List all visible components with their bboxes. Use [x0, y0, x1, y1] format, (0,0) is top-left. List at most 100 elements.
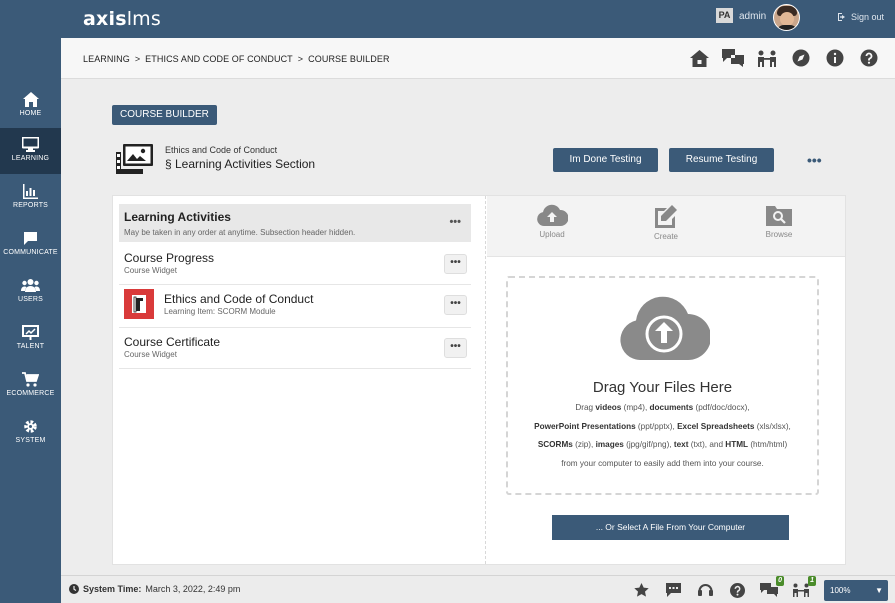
system-time-value: March 3, 2022, 2:49 pm [145, 584, 241, 594]
presentation-icon [22, 325, 39, 340]
user-name[interactable]: admin [739, 11, 766, 22]
chevron-down-icon: ▼ [875, 586, 883, 595]
sidebar-item-learning[interactable]: LEARNING [0, 128, 61, 174]
monitor-icon [22, 137, 39, 152]
sidebar-item-label: ECOMMERCE [6, 390, 55, 397]
upload-button[interactable]: Upload [522, 204, 582, 239]
resume-testing-button[interactable]: Resume Testing [669, 148, 774, 172]
people-notifications-icon[interactable]: 1 [791, 576, 816, 599]
sign-out-icon [838, 13, 845, 21]
top-icon-toolbar [688, 47, 880, 69]
sign-out-label: Sign out [851, 12, 885, 22]
dropzone-description-line: PowerPoint Presentations (ppt/pptx), Exc… [534, 422, 791, 431]
sidebar-item-label: USERS [17, 296, 44, 303]
home-icon [22, 92, 39, 107]
list-item[interactable]: Ethics and Code of Conduct Learning Item… [119, 286, 471, 328]
zoom-value: 100% [830, 586, 851, 595]
zoom-select[interactable]: 100% ▼ [824, 580, 888, 601]
footer-icon-toolbar: 0 1 [631, 576, 816, 599]
list-item[interactable]: Course Progress Course Widget ••• [119, 245, 471, 285]
compass-icon[interactable] [790, 47, 812, 69]
people-notifications-badge: 1 [808, 576, 816, 586]
chat-icon[interactable] [722, 47, 744, 69]
item-options-button[interactable]: ••• [444, 254, 467, 274]
list-item-subtitle: Course Widget [124, 266, 177, 275]
cloud-upload-icon [620, 296, 710, 360]
sidebar-item-talent[interactable]: TALENT [0, 316, 61, 362]
sidebar-item-reports[interactable]: REPORTS [0, 175, 61, 221]
browse-button[interactable]: Browse [749, 204, 809, 239]
house-icon[interactable] [688, 47, 710, 69]
dropzone-description-line: SCORMs (zip), images (jpg/gif/png), text… [537, 440, 788, 449]
cloud-upload-icon [537, 204, 568, 226]
star-icon[interactable] [631, 581, 651, 599]
dropzone-description-line: Drag videos (mp4), documents (pdf/doc/do… [575, 403, 750, 412]
help-icon[interactable] [858, 47, 880, 69]
select-file-button[interactable]: ... Or Select A File From Your Computer [552, 515, 789, 540]
edit-icon [655, 205, 677, 228]
help-icon[interactable] [727, 581, 747, 599]
list-item-title: Ethics and Code of Conduct [164, 292, 314, 306]
item-options-button[interactable]: ••• [444, 338, 467, 358]
sidebar-item-home[interactable]: HOME [0, 83, 61, 129]
breadcrumb-bar: LEARNING > ETHICS AND CODE OF CONDUCT > COUR… [61, 38, 895, 79]
clock-icon [69, 584, 79, 594]
browse-label: Browse [765, 230, 793, 239]
chat-notifications-badge: 0 [776, 576, 784, 586]
course-parent-title: Ethics and Code of Conduct [165, 145, 278, 155]
sidebar-item-users[interactable]: USERS [0, 269, 61, 315]
dropzone-description-line: from your computer to easily add them in… [561, 459, 764, 468]
item-options-button[interactable]: ••• [444, 295, 467, 315]
sidebar-item-label: COMMUNICATE [3, 249, 58, 256]
breadcrumb: LEARNING > ETHICS AND CODE OF CONDUCT > COUR… [83, 54, 390, 64]
users-icon [21, 279, 40, 292]
im-done-testing-button[interactable]: Im Done Testing [553, 148, 658, 172]
sidebar-item-communicate[interactable]: COMMUNICATE [0, 222, 61, 268]
top-bar: axislms PA admin Sign out [0, 0, 895, 38]
file-dropzone[interactable]: Drag Your Files Here Drag videos (mp4), … [506, 276, 819, 495]
sidebar-item-label: TALENT [16, 343, 45, 350]
content-upload-area: Upload Create Browse Drag Your Files Her… [487, 196, 845, 564]
content-tool-strip: Upload Create Browse [487, 196, 845, 257]
list-item-subtitle: Course Widget [124, 350, 177, 359]
dropzone-title: Drag Your Files Here [592, 379, 733, 396]
builder-panel: Learning Activities May be taken in any … [112, 195, 846, 565]
headset-icon[interactable] [695, 581, 715, 599]
activities-header-description: May be taken in any order at anytime. Su… [124, 228, 356, 237]
folder-search-icon [766, 206, 792, 226]
list-item[interactable]: Course Certificate Course Widget ••• [119, 329, 471, 369]
breadcrumb-item-course[interactable]: ETHICS AND CODE OF CONDUCT [145, 54, 293, 64]
info-icon[interactable] [824, 47, 846, 69]
list-item-title: Course Certificate [124, 335, 221, 349]
gear-icon [24, 420, 37, 433]
activities-header[interactable]: Learning Activities May be taken in any … [119, 204, 471, 242]
list-item-subtitle: Learning Item: SCORM Module [164, 307, 276, 316]
course-media-icon [116, 144, 153, 179]
avatar[interactable] [773, 4, 800, 31]
sidebar: HOME LEARNING REPORTS COMMUNICATE USERS … [0, 0, 61, 603]
sidebar-item-label: SYSTEM [15, 437, 46, 444]
more-options-button[interactable]: ••• [807, 152, 822, 168]
status-footer: System Time: March 3, 2022, 2:49 pm 0 1 … [61, 575, 895, 603]
people-icon[interactable] [756, 47, 778, 69]
breadcrumb-item-course-builder: COURSE BUILDER [308, 54, 390, 64]
sidebar-item-label: HOME [19, 110, 42, 117]
course-section-title: § Learning Activities Section [165, 157, 316, 171]
system-time-label: System Time: [83, 584, 142, 594]
activities-list: Learning Activities May be taken in any … [113, 196, 486, 564]
bar-chart-icon [23, 184, 38, 199]
chat-bubble-icon [24, 232, 37, 245]
chat-notifications-icon[interactable]: 0 [759, 576, 784, 599]
scorm-module-icon [124, 289, 154, 319]
sidebar-item-system[interactable]: SYSTEM [0, 410, 61, 456]
activities-header-title: Learning Activities [124, 210, 231, 224]
activities-header-options-button[interactable]: ••• [449, 216, 461, 228]
sidebar-item-ecommerce[interactable]: ECOMMERCE [0, 363, 61, 409]
comment-icon[interactable] [663, 581, 683, 599]
sign-out-button[interactable]: Sign out [837, 12, 884, 22]
create-label: Create [653, 232, 678, 241]
breadcrumb-item-learning[interactable]: LEARNING [83, 54, 130, 64]
sidebar-item-label: LEARNING [11, 155, 50, 162]
app-logo[interactable]: axislms [83, 8, 161, 30]
create-button[interactable]: Create [636, 204, 696, 241]
